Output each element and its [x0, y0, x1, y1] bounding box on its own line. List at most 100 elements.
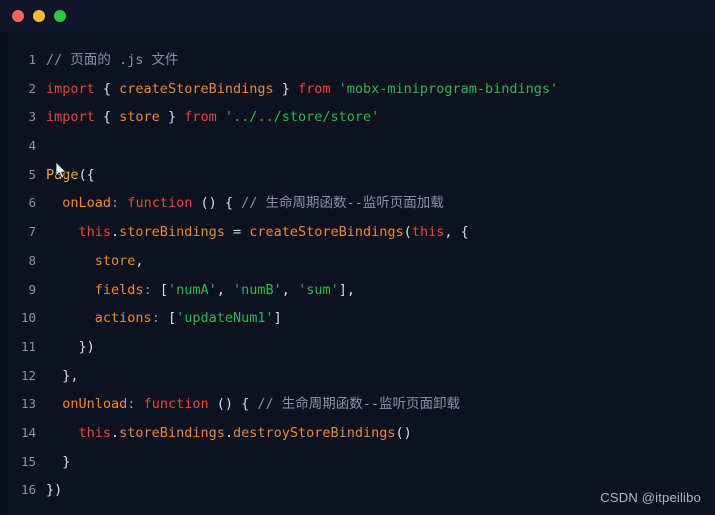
code-token: Page [46, 166, 79, 183]
code-token: . [224, 424, 233, 441]
line-source: }) [46, 333, 95, 362]
code-token: 'numA' [167, 281, 217, 298]
code-token: this [78, 224, 112, 241]
code-token: actions [94, 310, 152, 327]
code-token: fields [94, 281, 144, 298]
code-token: function [127, 195, 193, 212]
code-token: }) [46, 482, 63, 499]
code-token: { [94, 109, 120, 126]
code-token: } [46, 453, 71, 470]
code-token: import [46, 80, 95, 97]
code-line[interactable]: 9 fields: ['numA', 'numB', 'sum'], [0, 276, 715, 305]
code-line[interactable]: 10 actions: ['updateNum1'] [0, 304, 715, 333]
code-token: ({ [78, 166, 95, 183]
window-titlebar [0, 0, 715, 32]
code-editor-area[interactable]: 1// 页面的 .js 文件 2 import { createStoreBindi… [0, 32, 715, 515]
line-source: } [46, 448, 70, 477]
line-source: }) [46, 476, 62, 505]
code-lines-container: 1// 页面的 .js 文件 2 import { createStoreBindi… [0, 46, 715, 505]
code-token: 'sum' [298, 281, 339, 298]
code-token: { [94, 80, 120, 97]
code-line[interactable]: 8 store, [0, 247, 715, 276]
code-token: createStoreBindings [249, 224, 404, 241]
code-token: } [273, 80, 298, 97]
line-source: actions: ['updateNum1'] [46, 304, 282, 333]
code-token: from [298, 80, 331, 97]
code-token: : [151, 310, 168, 327]
code-line[interactable]: 4 [0, 132, 715, 161]
code-editor-window: 1// 页面的 .js 文件 2 import { createStoreBindi… [0, 0, 715, 515]
code-line[interactable]: 3 import { store } from '../../store/stor… [0, 103, 715, 132]
line-source: }, [46, 362, 79, 391]
code-token: storeBindings [119, 224, 225, 241]
code-token: import [46, 109, 95, 126]
line-source: onLoad: function () { // 生命周期函数--监听页面加载 [46, 189, 444, 218]
code-line[interactable]: 15 } [0, 448, 715, 477]
code-token: }) [46, 338, 95, 355]
code-token: : [143, 281, 160, 298]
code-token: , [135, 252, 144, 269]
code-token: [ [167, 310, 177, 327]
code-token: . [111, 424, 120, 441]
maximize-button[interactable] [54, 10, 66, 22]
code-line[interactable]: 13 onUnload: function () { // 生命周期函数--监听… [0, 390, 715, 419]
code-token: } [159, 109, 185, 126]
code-token: () [395, 424, 412, 441]
code-line[interactable]: 7 this.storeBindings = createStoreBindin… [0, 218, 715, 247]
code-token: createStoreBindings [119, 80, 274, 97]
code-token: }, [46, 367, 79, 384]
code-line[interactable]: 6 onLoad: function () { // 生命周期函数--监听页面加… [0, 189, 715, 218]
code-token: ( [403, 224, 412, 241]
code-token: , [216, 281, 234, 298]
code-token: this [411, 224, 445, 241]
code-token: () { [192, 195, 242, 212]
code-token: // 生命周期函数--监听页面加载 [241, 195, 444, 212]
code-token: : [127, 396, 144, 413]
line-source: Page({ [46, 161, 95, 190]
code-token: // 页面的 .js 文件 [46, 52, 179, 68]
code-line[interactable]: 2 import { createStoreBindings } from 'mo… [0, 75, 715, 104]
code-token: storeBindings [119, 424, 225, 441]
code-token: 'numB' [233, 281, 282, 298]
line-source: // 页面的 .js 文件 [46, 46, 179, 75]
code-token: 'mobx-miniprogram-bindings' [338, 80, 559, 97]
code-token: () { [208, 396, 258, 413]
code-line[interactable]: 11 }) [0, 333, 715, 362]
code-token: : [111, 195, 128, 212]
line-source: import { store } from '../../store/store… [46, 103, 379, 132]
code-token: [ [159, 281, 168, 298]
code-token: 'updateNum1' [176, 310, 274, 327]
watermark-text: CSDN @itpeilibo [600, 490, 701, 505]
code-token: store [94, 252, 136, 269]
line-source: store, [46, 247, 144, 276]
gutter-strip [0, 32, 8, 515]
code-line[interactable]: 5 Page({ [0, 161, 715, 190]
code-token: onLoad [62, 195, 112, 212]
code-token: onUnload [62, 396, 128, 413]
code-token: this [78, 424, 112, 441]
code-token: // 生命周期函数--监听页面卸载 [257, 396, 461, 413]
code-line[interactable]: 12 }, [0, 362, 715, 391]
line-source: import { createStoreBindings } from 'mob… [46, 75, 558, 104]
code-line[interactable]: 14 this.storeBindings.destroyStoreBindin… [0, 419, 715, 448]
code-token: destroyStoreBindings [232, 424, 396, 441]
minimize-button[interactable] [33, 10, 45, 22]
code-token: , [281, 281, 299, 298]
code-token: . [111, 224, 120, 241]
code-token: = [224, 224, 250, 241]
code-token: , { [444, 224, 469, 241]
code-line[interactable]: 1// 页面的 .js 文件 [0, 46, 715, 75]
code-token: store [119, 109, 160, 126]
close-button[interactable] [12, 10, 24, 22]
code-token: function [143, 396, 209, 413]
code-token: ], [338, 281, 355, 298]
line-source: onUnload: function () { // 生命周期函数--监听页面卸… [46, 390, 460, 419]
